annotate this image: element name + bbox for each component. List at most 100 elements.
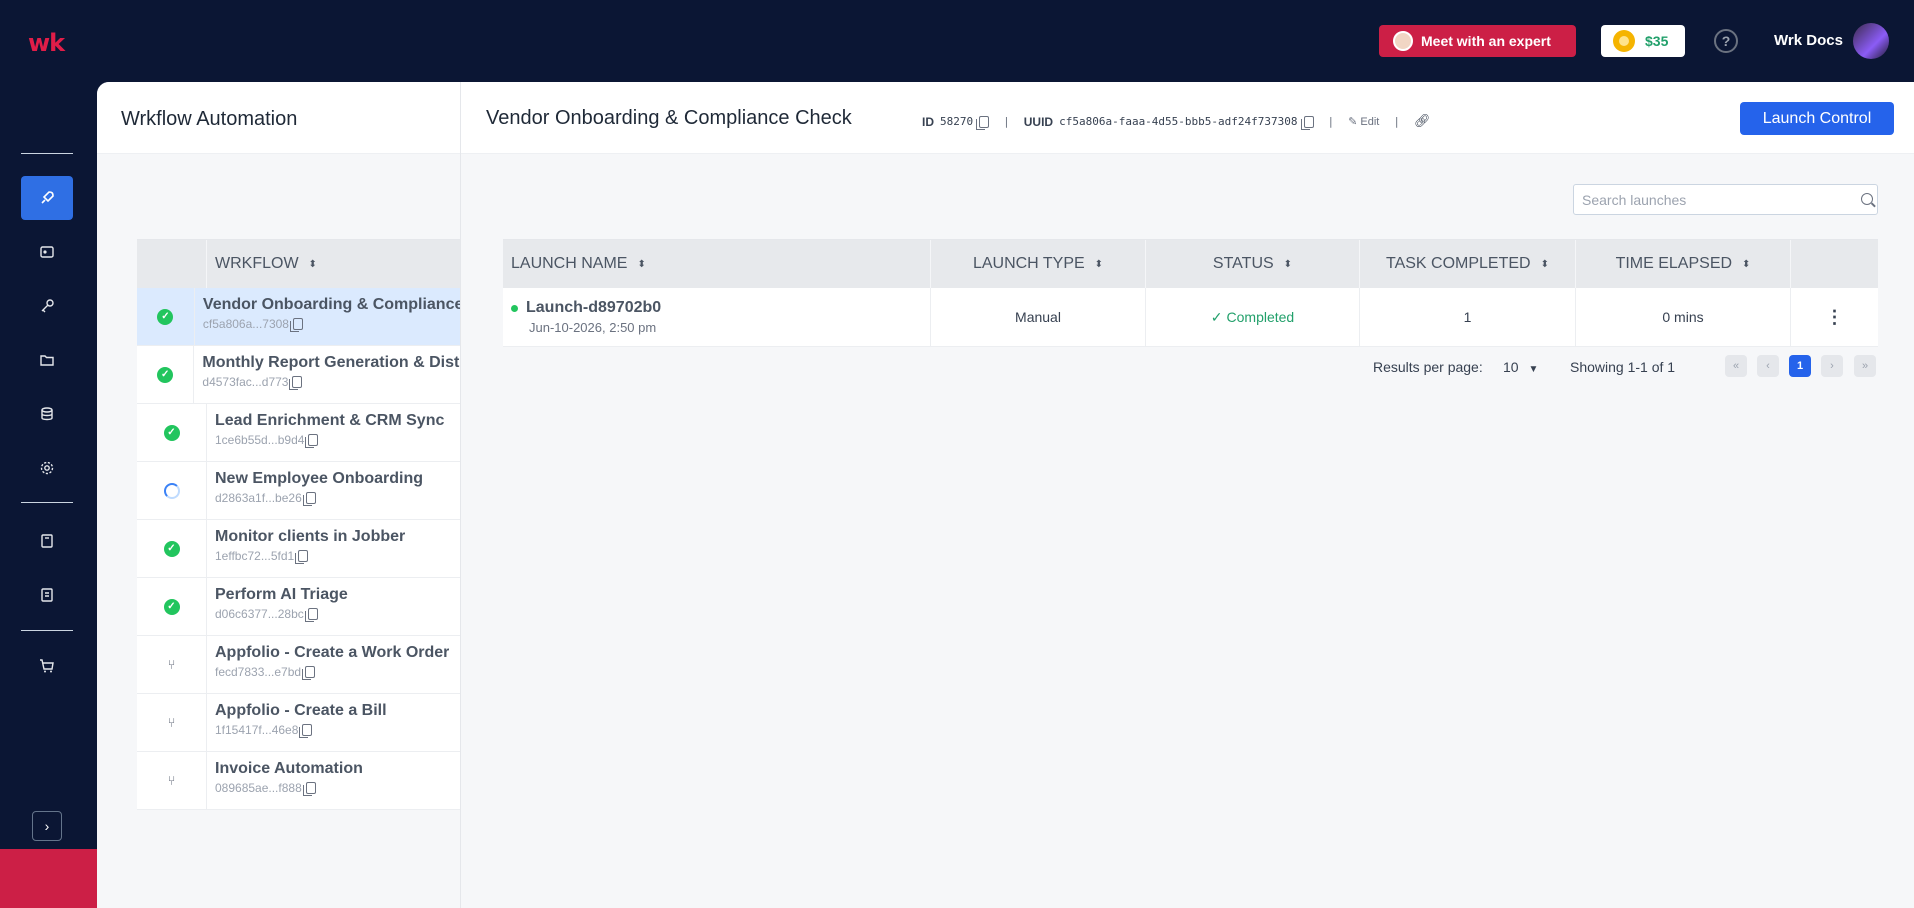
copy-icon[interactable] <box>976 115 990 130</box>
gear-icon[interactable] <box>21 446 73 490</box>
sort-icon[interactable]: ⬍ <box>1284 259 1292 270</box>
copy-icon[interactable] <box>289 376 303 390</box>
workflow-row[interactable]: ✓ Vendor Onboarding & Compliance Check c… <box>137 288 460 346</box>
book-icon[interactable] <box>21 519 73 563</box>
workflow-name[interactable]: Lead Enrichment & CRM Sync <box>215 412 444 430</box>
rail-footer <box>0 849 97 908</box>
panel-title: Wrkflow Automation <box>97 82 460 154</box>
workflow-meta: ID 58270 | UUID cf5a806a-faaa-4d55-bbb5-… <box>922 114 1431 130</box>
workflow-row[interactable]: ⑂ Invoice Automation 089685ae...f888 <box>137 752 460 810</box>
first-page-icon[interactable]: « <box>1725 355 1747 377</box>
prev-page-icon[interactable]: ‹ <box>1757 355 1779 377</box>
launch-name[interactable]: Launch-d89702b0 <box>526 299 661 317</box>
workflow-name[interactable]: Perform AI Triage <box>215 586 348 604</box>
column-header-launch-type[interactable]: LAUNCH TYPE ⬍ <box>931 240 1146 288</box>
database-icon[interactable] <box>21 392 73 436</box>
status-badge: ✓ Completed <box>1146 288 1360 346</box>
rail-divider <box>21 630 73 631</box>
id-label: ID <box>922 114 934 129</box>
expand-sidebar-button[interactable]: › <box>32 811 62 841</box>
avatar[interactable] <box>1853 23 1889 59</box>
workflow-id: d2863a1f...be26 <box>215 491 302 505</box>
edit-link[interactable]: ✎ Edit <box>1348 115 1379 129</box>
rail-divider <box>21 153 73 154</box>
column-header-wrkflow[interactable]: WRKFLOW ⬍ <box>207 255 317 273</box>
column-header-launch-name[interactable]: LAUNCH NAME ⬍ <box>503 240 931 288</box>
copy-icon[interactable] <box>302 492 316 506</box>
workflow-id: 1ce6b55d...b9d4 <box>215 433 305 447</box>
edit-icon: ✎ <box>1348 116 1358 128</box>
column-header-status[interactable]: STATUS ⬍ <box>1146 240 1360 288</box>
report-icon[interactable] <box>21 573 73 617</box>
sort-icon[interactable]: ⬍ <box>1541 259 1549 270</box>
meet-expert-button[interactable]: Meet with an expert <box>1379 25 1576 57</box>
next-page-icon[interactable]: › <box>1821 355 1843 377</box>
results-per-page-select[interactable]: 10 ▼ <box>1503 359 1538 375</box>
top-bar: wk Meet with an expert $35 ? Wrk Docs <box>0 0 1914 82</box>
workflow-row[interactable]: ✓ Lead Enrichment & CRM Sync 1ce6b55d...… <box>137 404 460 462</box>
main-header: Vendor Onboarding & Compliance Check ID … <box>461 82 1914 154</box>
copy-icon[interactable] <box>299 724 313 738</box>
status-dot-icon <box>511 304 518 312</box>
more-options-icon[interactable]: ⋮ <box>1826 307 1844 328</box>
copy-icon[interactable] <box>302 666 316 680</box>
check-icon: ✓ <box>1210 308 1223 325</box>
workflow-name[interactable]: Vendor Onboarding & Compliance Check <box>203 296 460 314</box>
column-header-task-completed[interactable]: TASK COMPLETED ⬍ <box>1360 240 1576 288</box>
table-row[interactable]: Launch-d89702b0 Jun-10-2026, 2:50 pm Man… <box>503 288 1878 347</box>
tasks-completed: 1 <box>1360 288 1576 346</box>
workflow-name[interactable]: Appfolio - Create a Bill <box>215 702 387 720</box>
workflow-id: cf5a806a...7308 <box>202 317 289 331</box>
workflow-name[interactable]: Appfolio - Create a Work Order <box>215 644 449 662</box>
workflow-name[interactable]: Invoice Automation <box>215 760 363 778</box>
search-icon[interactable] <box>1861 193 1873 205</box>
workflow-row[interactable]: ✓ Perform AI Triage d06c6377...28bc <box>137 578 460 636</box>
completed-icon: ✓ <box>163 424 180 441</box>
key-icon[interactable] <box>21 284 73 328</box>
column-header-time-elapsed[interactable]: TIME ELAPSED ⬍ <box>1576 240 1791 288</box>
folder-icon[interactable] <box>21 338 73 382</box>
uuid-label: UUID <box>1023 114 1054 129</box>
workflow-row[interactable]: ✓ Monthly Report Generation & Distributi… <box>137 346 460 404</box>
launch-type: Manual <box>931 288 1146 346</box>
sort-icon[interactable]: ⬍ <box>309 259 317 270</box>
credits-badge[interactable]: $35 <box>1601 25 1685 57</box>
copy-icon[interactable] <box>289 318 303 332</box>
search-input[interactable]: Search launches <box>1573 184 1878 215</box>
copy-icon[interactable] <box>305 434 319 448</box>
credits-value: $35 <box>1645 33 1669 49</box>
sort-icon[interactable]: ⬍ <box>637 259 645 270</box>
workflow-id: d06c6377...28bc <box>215 607 304 621</box>
link-icon[interactable]: 🔗︎ <box>1414 114 1431 129</box>
last-page-icon[interactable]: » <box>1854 355 1876 377</box>
app-logo[interactable]: wk <box>28 29 65 57</box>
workflow-name[interactable]: Monitor clients in Jobber <box>215 528 405 546</box>
workflow-id: 089685ae...f888 <box>215 781 302 795</box>
flow-icon: ⑂ <box>167 657 176 672</box>
sort-icon[interactable]: ⬍ <box>1742 259 1750 270</box>
page-title: Vendor Onboarding & Compliance Check <box>486 107 852 129</box>
workflow-row[interactable]: ⑂ Appfolio - Create a Bill 1f15417f...46… <box>137 694 460 752</box>
pagination: Results per page: 10 ▼ Showing 1-1 of 1 … <box>461 352 1878 382</box>
workflow-row[interactable]: New Employee Onboarding d2863a1f...be26 <box>137 462 460 520</box>
help-icon[interactable]: ? <box>1714 29 1738 53</box>
workflow-row[interactable]: ⑂ Appfolio - Create a Work Order fecd783… <box>137 636 460 694</box>
launch-control-button[interactable]: Launch Control <box>1740 102 1894 135</box>
workflow-name[interactable]: New Employee Onboarding <box>215 470 423 488</box>
rocket-icon[interactable] <box>21 176 73 220</box>
sort-icon[interactable]: ⬍ <box>1095 259 1103 270</box>
workflow-name[interactable]: Monthly Report Generation & Distribution <box>202 354 460 372</box>
id-card-icon[interactable] <box>21 230 73 274</box>
copy-icon[interactable] <box>302 782 316 796</box>
workflow-id: fecd7833...e7bd <box>215 665 302 679</box>
chevron-down-icon: ▼ <box>1528 364 1539 375</box>
copy-icon[interactable] <box>1300 115 1314 130</box>
copy-icon[interactable] <box>295 550 309 564</box>
workflow-row[interactable]: ✓ Monitor clients in Jobber 1effbc72...5… <box>137 520 460 578</box>
workflow-table-header: WRKFLOW ⬍ <box>137 240 460 288</box>
page-button-1[interactable]: 1 <box>1789 355 1811 377</box>
expert-avatar <box>1393 31 1413 51</box>
copy-icon[interactable] <box>304 608 318 622</box>
cart-icon[interactable] <box>21 644 73 688</box>
username[interactable]: Wrk Docs <box>1774 32 1843 49</box>
